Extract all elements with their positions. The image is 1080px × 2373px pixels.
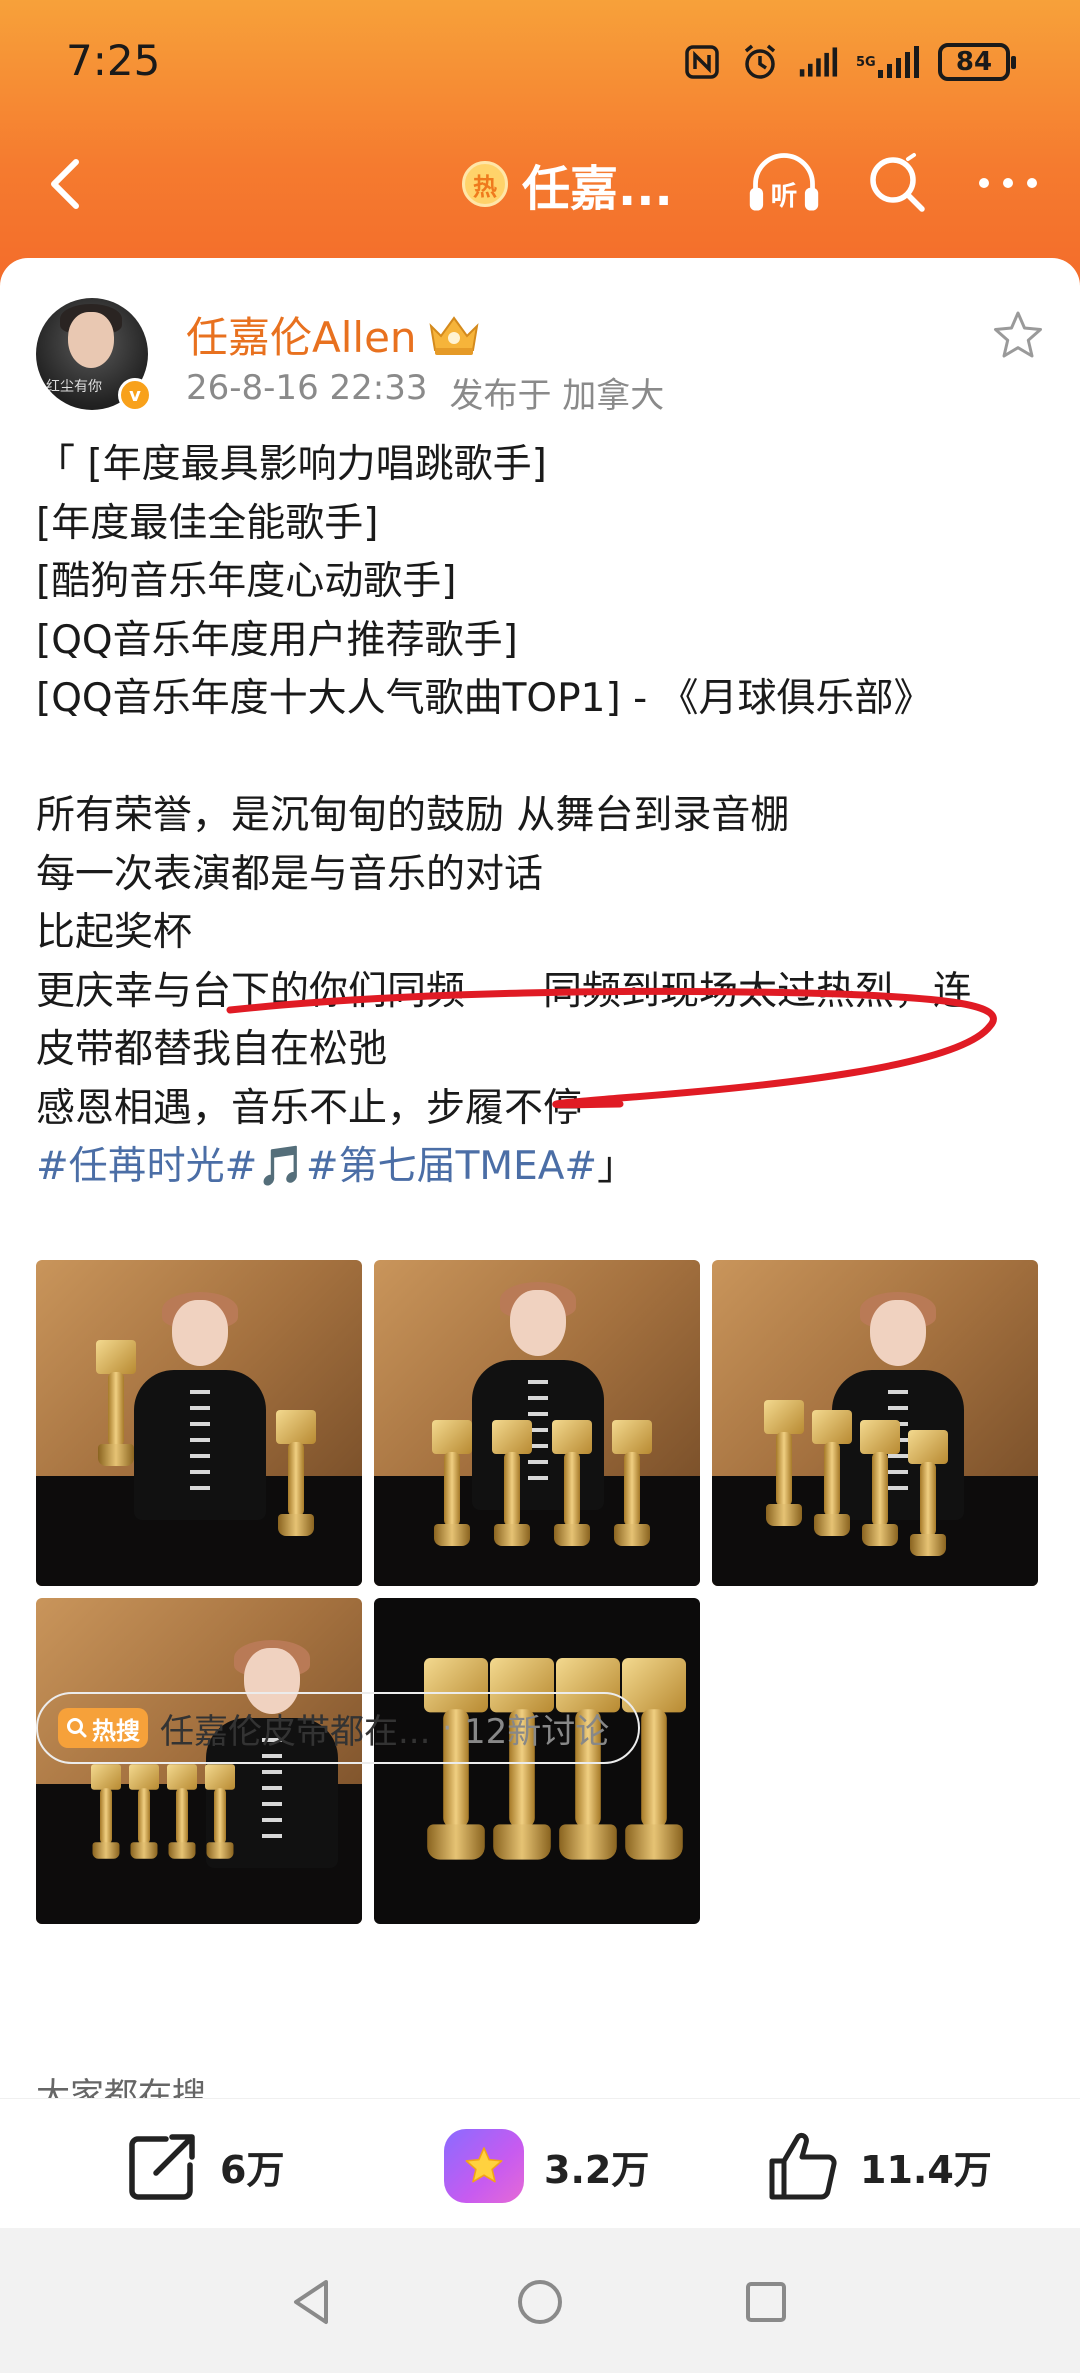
post-line: 更庆幸与台下的你们同频——同频到现场太过热烈，连皮带都替我自在松弛 bbox=[36, 968, 973, 1073]
favorite-button[interactable] bbox=[990, 308, 1046, 364]
post-photo[interactable] bbox=[36, 1260, 362, 1586]
nav-title[interactable]: 热 任嘉... bbox=[462, 152, 673, 217]
hot-search-badge: 热搜 bbox=[58, 1708, 148, 1748]
trophy bbox=[764, 1400, 804, 1530]
trophy bbox=[91, 1764, 121, 1862]
hot-search-pill[interactable]: 热搜 任嘉伦皮带都在... · 12新讨论 bbox=[36, 1692, 640, 1764]
hot-search-badge-label: 热搜 bbox=[92, 1716, 140, 1745]
circle-home-icon bbox=[518, 2280, 562, 2324]
search-icon bbox=[870, 153, 925, 212]
battery-level: 84 bbox=[955, 47, 993, 77]
status-icons: 5G 84 bbox=[682, 40, 1016, 84]
listen-icon: 听 bbox=[749, 153, 819, 212]
trophy bbox=[129, 1764, 159, 1862]
post-line: 「 [年度最具影响力唱跳歌手] bbox=[36, 442, 547, 487]
hot-search-count: 12新讨论 bbox=[463, 1711, 610, 1752]
avatar-caption: 红尘有你 bbox=[46, 379, 102, 395]
nfc-icon bbox=[682, 42, 722, 82]
post-line: [QQ音乐年度十大人气歌曲TOP1] - 《月球俱乐部》 bbox=[36, 676, 933, 721]
hot-search-text: 任嘉伦皮带都在... bbox=[160, 1711, 431, 1752]
alarm-icon bbox=[740, 42, 780, 82]
post-line: 比起奖杯 bbox=[36, 910, 193, 955]
hashtag-link[interactable]: #第七届TMEA# bbox=[306, 1144, 597, 1189]
star-icon bbox=[994, 311, 1042, 358]
post-line: [QQ音乐年度用户推荐歌手] bbox=[36, 617, 518, 663]
star-icon bbox=[465, 2147, 503, 2183]
trophy bbox=[205, 1764, 235, 1862]
post-line: [酷狗音乐年度心动歌手] bbox=[36, 559, 457, 604]
trophy bbox=[860, 1420, 900, 1550]
trophy bbox=[167, 1764, 197, 1862]
trophy bbox=[276, 1410, 316, 1540]
trophy bbox=[96, 1340, 136, 1470]
nav-title-text: 任嘉... bbox=[522, 161, 673, 217]
top-nav-bar: 热 任嘉... 听 bbox=[0, 130, 1080, 240]
search-button[interactable] bbox=[858, 148, 934, 218]
trophy bbox=[492, 1420, 532, 1550]
post-photo[interactable] bbox=[374, 1260, 700, 1586]
hashtag-line: #任苒时光#🎵#第七届TMEA#」 bbox=[36, 1138, 1046, 1197]
action-bar: 6万 3.2万 11.4万 bbox=[0, 2098, 1080, 2228]
system-recents-button[interactable] bbox=[736, 2272, 796, 2332]
like-count: 11.4万 bbox=[860, 2147, 992, 2192]
repost-count: 6万 bbox=[220, 2147, 285, 2192]
system-back-button[interactable] bbox=[282, 2272, 342, 2332]
trophy bbox=[552, 1420, 592, 1550]
nav-actions: 听 bbox=[746, 148, 1046, 218]
more-icon bbox=[979, 178, 1037, 188]
square-recents-icon bbox=[746, 2282, 786, 2322]
post-line: 所有荣誉，是沉甸甸的鼓励 从舞台到录音棚 bbox=[36, 793, 790, 838]
author-name-text: 任嘉伦Allen bbox=[186, 313, 417, 362]
hot-topic-badge: 热 bbox=[462, 161, 508, 207]
repost-icon bbox=[129, 2134, 195, 2200]
svg-text:5G: 5G bbox=[856, 55, 876, 70]
signal-icon: 5G bbox=[856, 42, 920, 82]
everyone-search-heading: 大家都在搜 bbox=[36, 2076, 206, 2100]
thumbs-up-icon bbox=[769, 2132, 837, 2200]
closing-quote: 」 bbox=[597, 1144, 637, 1189]
star-button[interactable]: 3.2万 bbox=[444, 2129, 649, 2203]
star-badge bbox=[444, 2129, 524, 2203]
post-line: 每一次表演都是与音乐的对话 bbox=[36, 851, 544, 897]
hashtag-link[interactable]: #任苒时光# bbox=[36, 1144, 257, 1189]
trophy bbox=[432, 1420, 472, 1550]
author-name[interactable]: 任嘉伦Allen bbox=[186, 304, 481, 365]
trophy bbox=[622, 1658, 686, 1866]
post-line: 感恩相遇，音乐不止，步履不停 bbox=[36, 1085, 583, 1131]
listen-button[interactable]: 听 bbox=[746, 148, 822, 218]
music-note-icon: 🎵 bbox=[257, 1144, 306, 1189]
crown-icon bbox=[429, 315, 479, 355]
post-card: 红尘有你 v 任嘉伦Allen 26-8-16 22:33 发布于 加拿大 「 … bbox=[0, 258, 1080, 2100]
triangle-back-icon bbox=[294, 2280, 328, 2324]
post-date: 26-8-16 22:33 bbox=[186, 368, 428, 408]
post-meta: 26-8-16 22:33 发布于 加拿大 bbox=[186, 368, 664, 417]
repost-button[interactable]: 6万 bbox=[126, 2129, 284, 2203]
star-count: 3.2万 bbox=[544, 2147, 650, 2192]
avatar-face bbox=[68, 312, 114, 368]
back-icon bbox=[51, 159, 79, 209]
verified-badge: v bbox=[118, 378, 152, 412]
hot-search-separator: · bbox=[442, 1710, 452, 1746]
more-button[interactable] bbox=[970, 148, 1046, 218]
post-line-blank bbox=[36, 729, 1046, 788]
post-body: 「 [年度最具影响力唱跳歌手] [年度最佳全能歌手] [酷狗音乐年度心动歌手] … bbox=[36, 436, 1046, 1197]
trophy bbox=[812, 1410, 852, 1540]
photo-person bbox=[134, 1292, 266, 1520]
like-button[interactable]: 11.4万 bbox=[768, 2129, 992, 2203]
search-icon bbox=[67, 1718, 87, 1738]
trophy bbox=[612, 1420, 652, 1550]
post-line: [年度最佳全能歌手] bbox=[36, 500, 379, 546]
status-time: 7:25 bbox=[66, 36, 161, 85]
status-bar: 7:25 5G 84 bbox=[0, 0, 1080, 120]
system-nav-bar bbox=[0, 2228, 1080, 2373]
trophy bbox=[908, 1430, 948, 1560]
signal-icon bbox=[798, 42, 838, 82]
listen-label: 听 bbox=[771, 181, 798, 212]
battery-indicator: 84 bbox=[938, 43, 1016, 81]
system-home-button[interactable] bbox=[510, 2272, 570, 2332]
back-button[interactable] bbox=[34, 152, 98, 216]
post-photo[interactable] bbox=[712, 1260, 1038, 1586]
post-location: 发布于 加拿大 bbox=[449, 376, 665, 416]
